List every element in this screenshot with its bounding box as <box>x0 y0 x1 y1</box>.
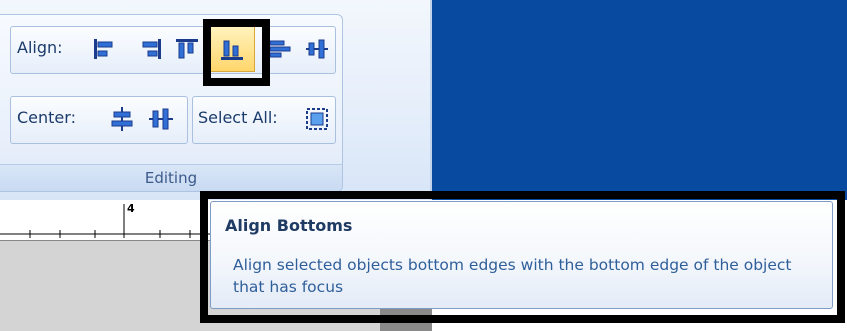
select-all-button[interactable] <box>303 105 331 133</box>
document-background-panel <box>432 0 847 200</box>
align-lefts-button[interactable] <box>90 35 118 63</box>
center-horizontally-button[interactable] <box>108 105 136 133</box>
group-label: Editing <box>0 164 342 191</box>
tooltip-title: Align Bottoms <box>225 216 353 235</box>
selection-callout-frame <box>203 19 270 86</box>
align-vertical-centers-icon <box>269 40 291 58</box>
align-vertical-centers-button[interactable] <box>266 35 294 63</box>
center-horizontally-icon <box>111 107 133 131</box>
align-tops-button[interactable] <box>173 35 201 63</box>
tooltip: Align Bottoms Align selected objects bot… <box>210 201 833 309</box>
align-horizontal-centers-button[interactable] <box>303 35 331 63</box>
ruler-tick-label: 4 <box>127 202 135 215</box>
center-vertically-button[interactable] <box>147 105 175 133</box>
center-vertically-icon <box>149 108 173 130</box>
align-tops-icon <box>176 39 198 59</box>
select-all-label: Select All: <box>198 108 278 127</box>
select-all-icon <box>306 108 328 130</box>
align-rights-icon <box>142 39 161 59</box>
align-lefts-icon <box>94 39 113 59</box>
align-horizontal-centers-icon <box>306 39 328 59</box>
screenshot-stage: Editing Align: Center: Select All: 4 Ali… <box>0 0 847 331</box>
center-label: Center: <box>17 108 76 127</box>
tooltip-description: Align selected objects bottom edges with… <box>233 256 792 296</box>
align-rights-button[interactable] <box>137 35 165 63</box>
align-label: Align: <box>17 38 63 57</box>
